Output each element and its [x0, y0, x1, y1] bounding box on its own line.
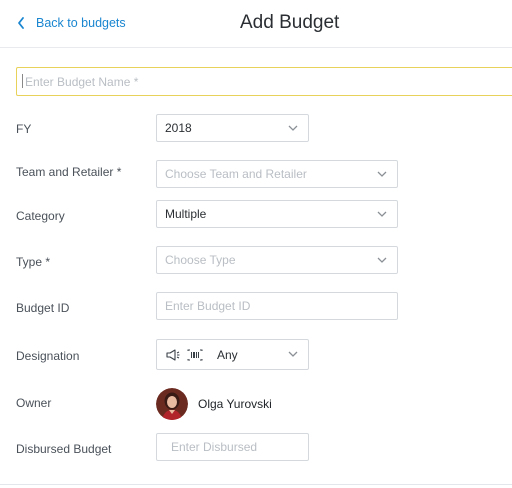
team-retailer-placeholder: Choose Team and Retailer: [165, 167, 307, 181]
designation-value: Any: [217, 347, 238, 362]
budget-name-input[interactable]: [16, 67, 512, 96]
disbursed-budget-label: Disbursed Budget: [16, 442, 112, 456]
page-title: Add Budget: [240, 12, 340, 33]
chevron-down-icon: [288, 125, 298, 131]
fy-select[interactable]: 2018: [156, 114, 309, 142]
type-label: Type *: [16, 255, 51, 269]
back-to-budgets-link[interactable]: Back to budgets: [16, 16, 126, 30]
chevron-down-icon: [377, 171, 387, 177]
text-cursor: [22, 74, 23, 88]
owner-label: Owner: [16, 396, 52, 410]
chevron-down-icon: [377, 211, 387, 217]
disbursed-budget-input[interactable]: [156, 433, 309, 461]
fy-label: FY: [16, 122, 32, 136]
team-retailer-label: Team and Retailer *: [16, 165, 122, 179]
type-placeholder: Choose Type: [165, 253, 236, 267]
fy-value: 2018: [165, 121, 192, 135]
owner-field[interactable]: Olga Yurovski: [156, 388, 272, 420]
page-header: Back to budgets Add Budget: [0, 0, 512, 48]
budget-id-label: Budget ID: [16, 301, 70, 315]
owner-name: Olga Yurovski: [198, 397, 272, 411]
team-retailer-select[interactable]: Choose Team and Retailer: [156, 160, 398, 188]
designation-label: Designation: [16, 349, 80, 363]
barcode-icon: [187, 349, 203, 360]
avatar: [156, 388, 188, 420]
budget-id-input[interactable]: [156, 292, 398, 320]
back-link-label: Back to budgets: [36, 16, 126, 30]
chevron-left-icon: [18, 17, 24, 29]
chevron-down-icon: [377, 257, 387, 263]
chevron-down-icon: [288, 351, 298, 357]
category-value: Multiple: [165, 207, 207, 221]
type-select[interactable]: Choose Type: [156, 246, 398, 274]
megaphone-icon: [166, 348, 180, 361]
divider: [0, 484, 512, 485]
category-label: Category: [16, 209, 65, 223]
category-select[interactable]: Multiple: [156, 200, 398, 228]
designation-select[interactable]: Any: [156, 339, 309, 370]
